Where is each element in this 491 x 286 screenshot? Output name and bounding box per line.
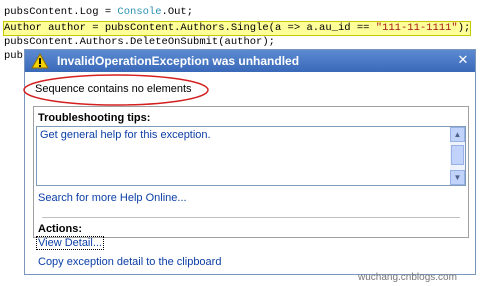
exception-dialog: InvalidOperationException was unhandled … [23, 49, 476, 275]
code-line-4: pub [4, 50, 23, 62]
scroll-down-icon[interactable]: ▼ [450, 170, 465, 185]
divider [42, 217, 460, 218]
troubleshooting-list: Get general help for this exception. ▲ ▼ [36, 126, 466, 186]
code-line-1: pubsContent.Log = Console.Out; [4, 6, 193, 19]
view-detail-link[interactable]: View Detail... [36, 236, 104, 250]
dialog-title: InvalidOperationException was unhandled [57, 54, 300, 68]
dialog-title-bar[interactable]: InvalidOperationException was unhandled … [25, 50, 475, 72]
code-keyword: Console [117, 6, 162, 18]
warning-icon [31, 53, 49, 69]
scroll-thumb[interactable] [451, 145, 464, 165]
tip-link[interactable]: Get general help for this exception. [40, 129, 211, 141]
code-text: Author author = pubsContent.Authors.Sing… [4, 22, 376, 34]
code-line-3: pubsContent.Authors.DeleteOnSubmit(autho… [4, 36, 275, 48]
search-help-online-link[interactable]: Search for more Help Online... [38, 192, 187, 204]
scroll-up-icon[interactable]: ▲ [450, 127, 465, 142]
watermark: wuchang.cnblogs.com [358, 272, 457, 283]
close-button[interactable]: ✕ [456, 53, 470, 67]
exception-message: Sequence contains no elements [35, 83, 192, 95]
details-panel: Troubleshooting tips: Get general help f… [33, 106, 469, 268]
troubleshooting-header: Troubleshooting tips: [38, 112, 151, 124]
tips-scrollbar[interactable]: ▲ ▼ [450, 127, 465, 185]
code-text: pubsContent.Log = [4, 6, 118, 18]
copy-detail-link[interactable]: Copy exception detail to the clipboard [38, 256, 221, 268]
code-string: "111-11-1111" [375, 22, 458, 34]
actions-header: Actions: [38, 223, 82, 235]
code-line-2-highlighted: Author author = pubsContent.Authors.Sing… [2, 21, 472, 36]
code-text: .Out; [161, 6, 194, 18]
code-text: ); [457, 22, 471, 34]
